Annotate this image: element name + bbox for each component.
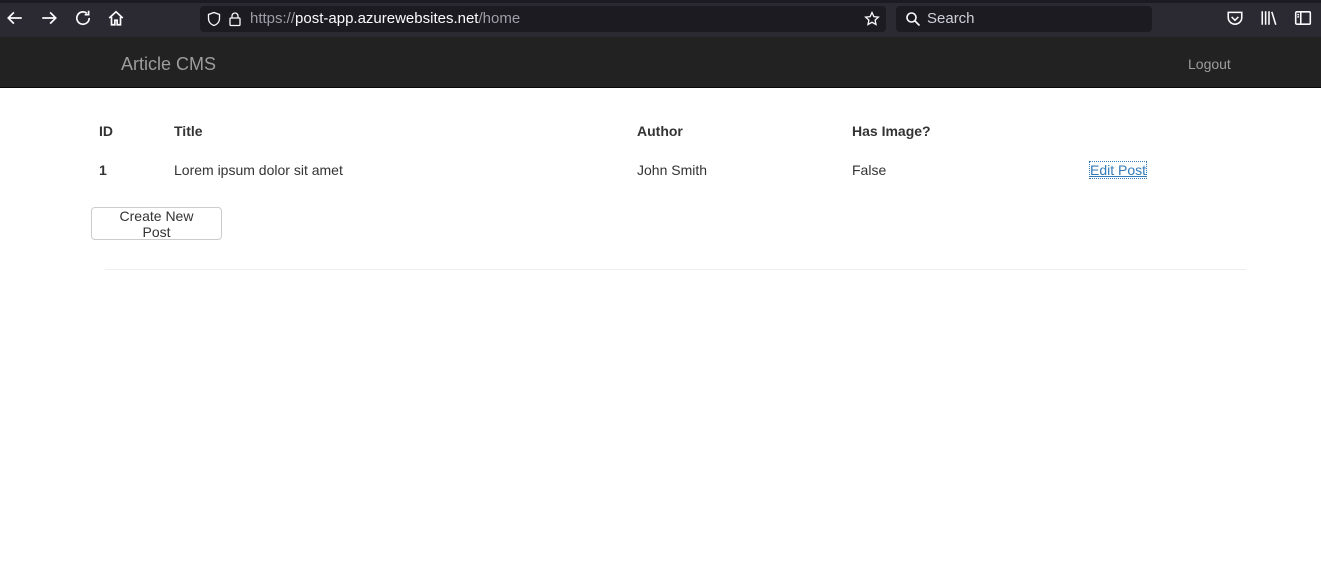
header-has-image: Has Image? — [852, 123, 931, 139]
sidebar-icon[interactable] — [1292, 7, 1314, 29]
url-host: post-app.azurewebsites.net — [295, 10, 479, 27]
header-actions — [1082, 112, 1231, 150]
header-id: ID — [99, 123, 113, 139]
cell-id: 1 — [99, 162, 107, 178]
site-navbar: Article CMS Logout — [0, 37, 1321, 88]
bookmark-star-icon[interactable] — [864, 11, 880, 27]
reload-icon[interactable] — [72, 7, 94, 29]
cell-action: Edit Post — [1082, 150, 1231, 190]
search-icon — [906, 12, 921, 27]
url-bar[interactable]: https://post-app.azurewebsites.net/home — [200, 6, 886, 32]
brand-link[interactable]: Article CMS — [121, 54, 216, 74]
search-bar[interactable]: Search — [896, 6, 1152, 32]
pocket-icon[interactable] — [1224, 7, 1246, 29]
header-title: Title — [174, 123, 203, 139]
url-path: /home — [478, 10, 521, 27]
header-author: Author — [637, 123, 683, 139]
table-header-row: ID Title Author Has Image? — [91, 112, 1231, 150]
shield-icon[interactable] — [206, 11, 222, 27]
posts-table: ID Title Author Has Image? 1 Lorem ipsum… — [91, 112, 1231, 190]
create-new-post-button[interactable]: Create New Post — [91, 207, 222, 240]
cell-author: John Smith — [637, 162, 708, 178]
home-icon[interactable] — [105, 7, 127, 29]
table-row: 1 Lorem ipsum dolor sit amet John Smith … — [91, 150, 1231, 190]
cell-has-image: False — [852, 162, 887, 178]
lock-icon[interactable] — [227, 11, 243, 27]
cell-title: Lorem ipsum dolor sit amet — [174, 162, 343, 178]
edit-post-link[interactable]: Edit Post — [1088, 161, 1148, 179]
search-placeholder: Search — [927, 10, 975, 27]
logout-link[interactable]: Logout — [1188, 56, 1231, 72]
back-arrow-icon[interactable] — [4, 7, 26, 29]
url-scheme: https:// — [250, 10, 296, 27]
url-text[interactable]: https://post-app.azurewebsites.net/home — [250, 11, 520, 27]
divider — [105, 269, 1246, 270]
library-icon[interactable] — [1258, 7, 1280, 29]
browser-toolbar: https://post-app.azurewebsites.net/home … — [0, 0, 1321, 37]
forward-arrow-icon[interactable] — [38, 7, 60, 29]
